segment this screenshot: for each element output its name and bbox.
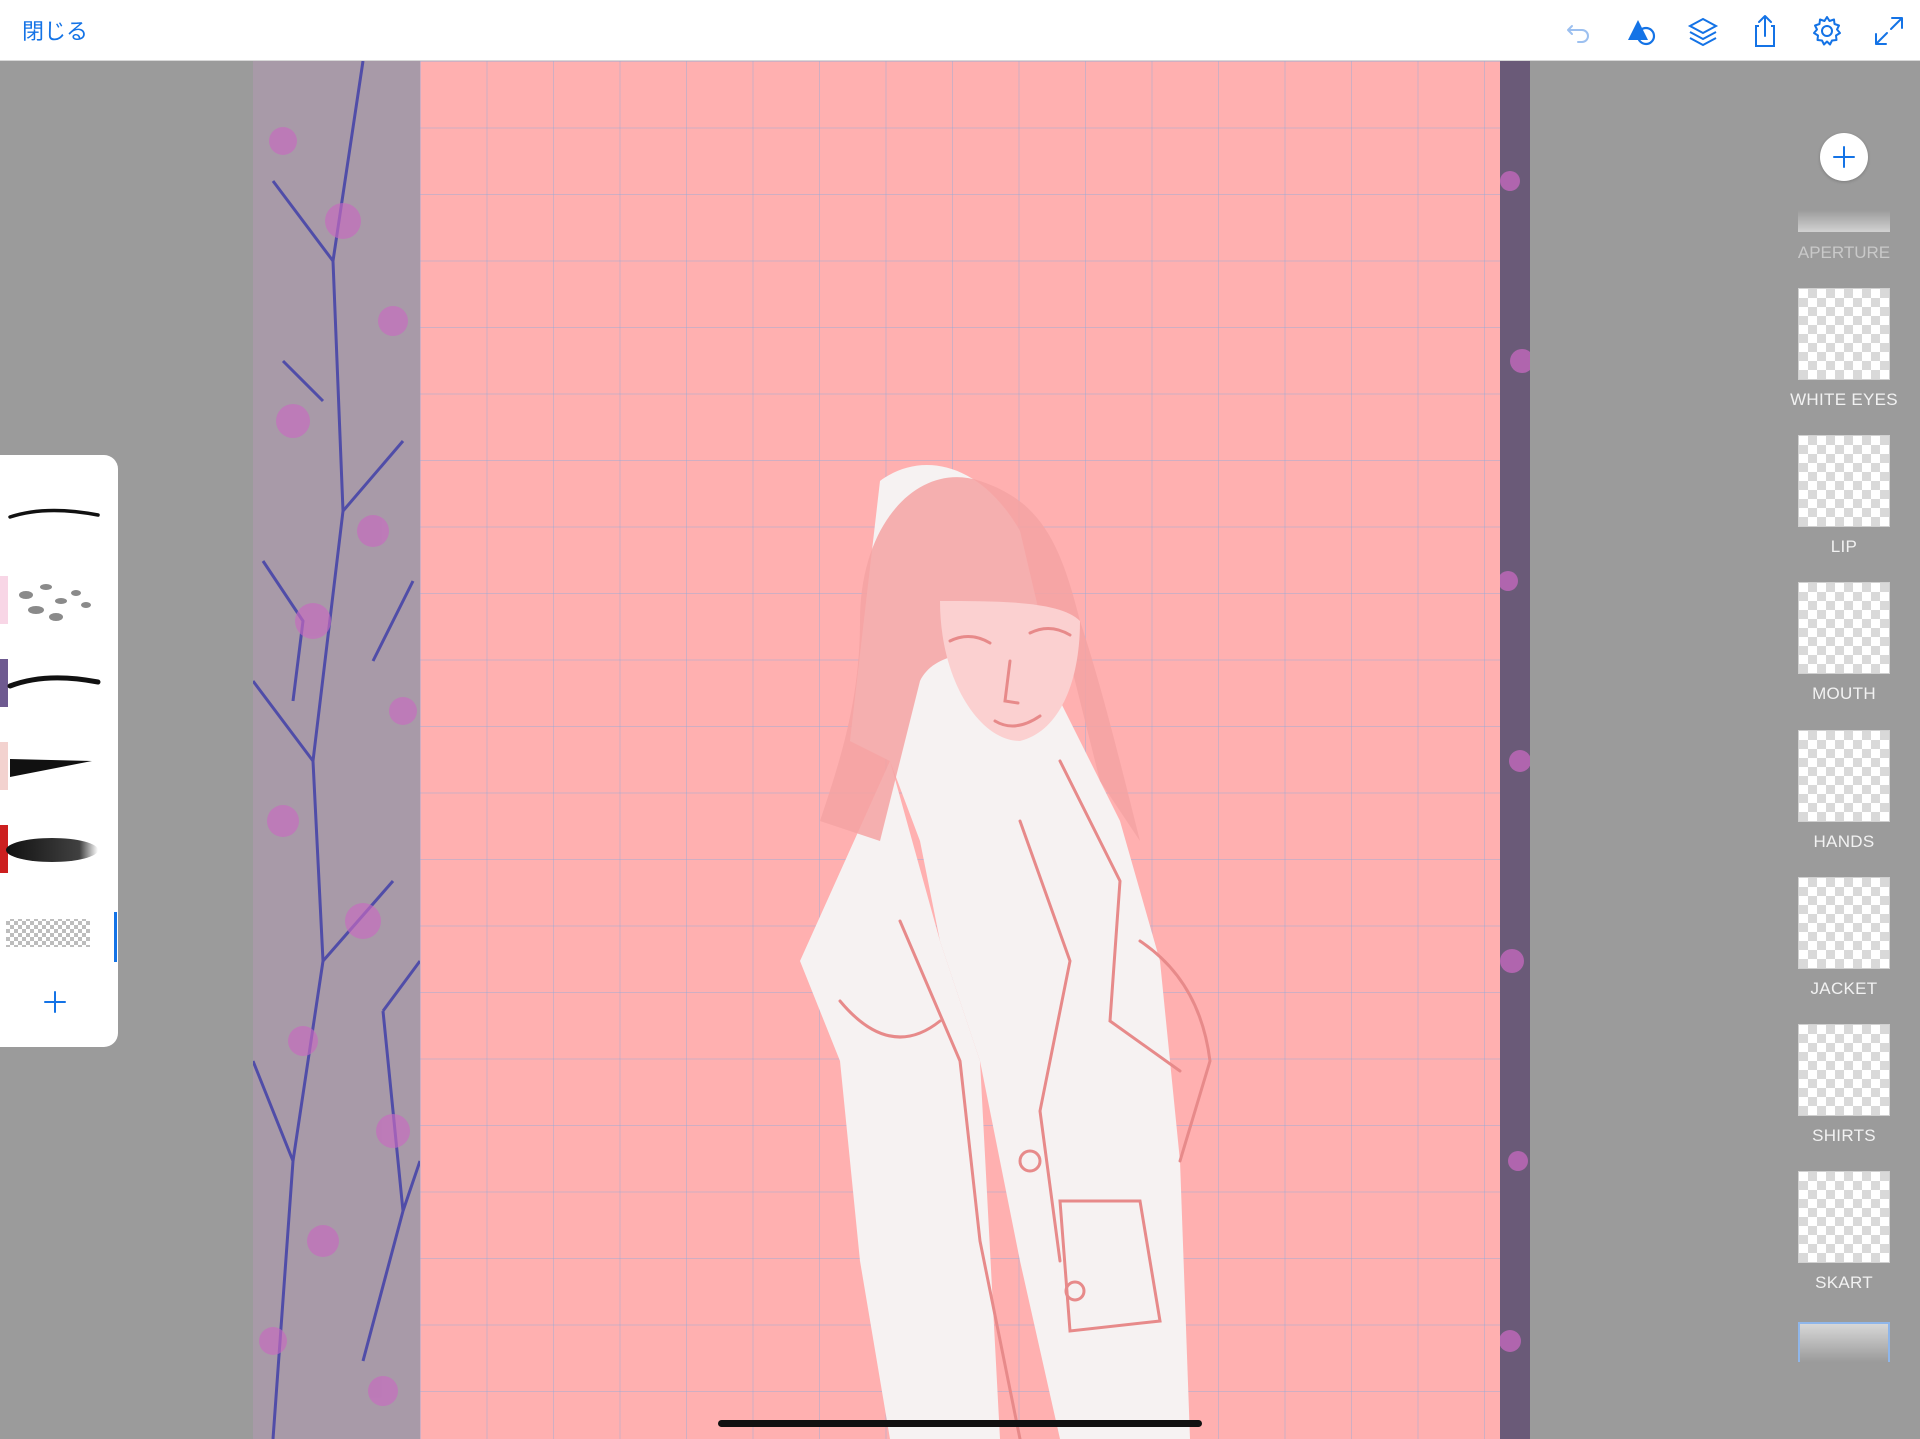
home-indicator[interactable]	[718, 1420, 1202, 1427]
layer-thumbnail	[1798, 582, 1890, 674]
layer-label: LIP	[1830, 537, 1858, 556]
layer-label: SHIRTS	[1812, 1126, 1876, 1145]
layer-thumbnail	[1798, 730, 1890, 822]
layer-thumbnail-partial[interactable]	[1798, 210, 1890, 232]
brush-panel	[0, 455, 118, 1047]
layer-thumbnail	[1798, 1024, 1890, 1116]
layer-thumbnail	[1798, 1171, 1890, 1263]
layer-label: SKART	[1815, 1273, 1873, 1292]
top-toolbar: 閉じる	[0, 0, 1920, 61]
settings-icon[interactable]	[1808, 12, 1846, 50]
brush-taper-stroke[interactable]	[0, 648, 118, 718]
add-layer-button[interactable]	[1820, 133, 1868, 181]
layer-label-partial: APERTURE	[1797, 243, 1891, 262]
undo-icon[interactable]	[1560, 12, 1598, 50]
plus-icon	[1833, 146, 1855, 168]
drawing-canvas[interactable]	[420, 61, 1500, 1439]
layer-label: JACKET	[1810, 979, 1878, 998]
plus-icon[interactable]	[38, 985, 72, 1019]
brush-pen-stroke[interactable]	[0, 477, 118, 547]
sketch-figure	[800, 465, 1212, 1439]
close-button[interactable]: 閉じる	[22, 14, 88, 46]
brush-scatter-leaves[interactable]	[0, 565, 118, 635]
fullscreen-icon[interactable]	[1870, 12, 1908, 50]
layer-thumbnail	[1798, 288, 1890, 380]
layer-thumbnail-selected-partial[interactable]	[1798, 1322, 1890, 1362]
brush-size-slider[interactable]	[114, 912, 117, 962]
background-photo-right	[1500, 61, 1530, 1439]
brush-eraser-checker[interactable]	[0, 897, 118, 967]
layer-label: WHITE EYES	[1790, 390, 1898, 409]
shapes-icon[interactable]	[1622, 12, 1660, 50]
background-photo-left	[253, 61, 420, 1439]
layer-label: HANDS	[1813, 832, 1875, 851]
layer-label: MOUTH	[1812, 684, 1876, 703]
layer-thumbnail	[1798, 877, 1890, 969]
layer-thumbnail	[1798, 435, 1890, 527]
share-icon[interactable]	[1746, 12, 1784, 50]
brush-soft-airbrush[interactable]	[0, 814, 118, 884]
brush-thick-taper[interactable]	[0, 731, 118, 801]
layers-icon[interactable]	[1684, 12, 1722, 50]
